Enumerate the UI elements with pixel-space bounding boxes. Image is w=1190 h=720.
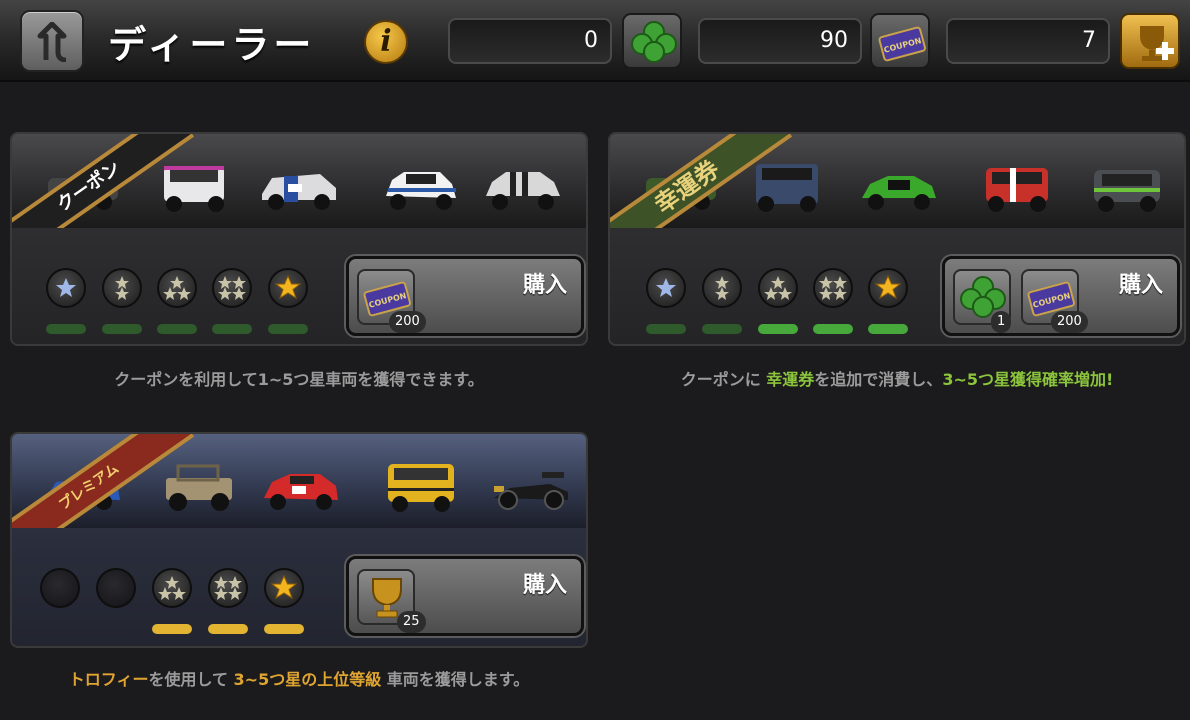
rarity-bar bbox=[212, 324, 252, 334]
coupon-buy-button[interactable]: 購入 COUPON 200 bbox=[346, 256, 584, 336]
two-stars-icon bbox=[715, 276, 729, 300]
rarity-bar-gold bbox=[208, 624, 248, 634]
coupon-dealer-panel: クーポン 購入 COUPON 200 bbox=[10, 132, 588, 346]
rarity-bar-active bbox=[758, 324, 798, 334]
page-title: ディーラー bbox=[108, 23, 316, 67]
star-3-slot bbox=[152, 568, 192, 608]
gold-star-icon bbox=[874, 274, 902, 300]
desc-highlight: 3~5つ星の上位等級 bbox=[233, 670, 382, 689]
star-icon bbox=[656, 278, 676, 297]
four-stars-icon bbox=[218, 276, 246, 300]
rarity-bar-gold bbox=[264, 624, 304, 634]
car-image bbox=[262, 174, 336, 210]
back-arrow-icon bbox=[37, 22, 67, 62]
clover-cost: 1 bbox=[991, 311, 1012, 333]
desc-text: を使用して bbox=[148, 670, 234, 689]
rarity-bar bbox=[102, 324, 142, 334]
coupon-cost: 200 bbox=[1051, 311, 1088, 333]
top-bar: ディーラー i 0 90 COUPON 7 bbox=[0, 0, 1190, 82]
car-image bbox=[862, 176, 936, 210]
car-image bbox=[388, 464, 454, 512]
three-stars-icon bbox=[163, 276, 191, 300]
three-stars-icon bbox=[158, 576, 186, 600]
lucky-buy-button[interactable]: 購入 1 COUPON 200 bbox=[942, 256, 1180, 336]
star-2-slot-empty bbox=[96, 568, 136, 608]
three-stars-icon bbox=[764, 276, 792, 300]
desc-text: 車両を獲得します。 bbox=[381, 670, 530, 689]
car-image bbox=[494, 472, 568, 510]
car-image bbox=[1094, 170, 1160, 212]
trophy-plus-icon bbox=[1140, 26, 1174, 61]
star-1-slot bbox=[46, 268, 86, 308]
two-stars-icon bbox=[115, 276, 129, 300]
car-image bbox=[264, 474, 338, 510]
info-icon[interactable]: i bbox=[364, 20, 408, 64]
premium-description: トロフィーを使用して 3~5つ星の上位等級 車両を獲得します。 bbox=[10, 666, 588, 690]
rarity-bar bbox=[157, 324, 197, 334]
trophy-counter: 7 bbox=[946, 18, 1110, 64]
four-stars-icon bbox=[214, 576, 242, 600]
premium-dealer-panel: プレミアム 購入 25 bbox=[10, 432, 588, 648]
rarity-bar bbox=[46, 324, 86, 334]
star-1-slot bbox=[646, 268, 686, 308]
clover-button[interactable] bbox=[622, 13, 682, 69]
coupon-counter: 90 bbox=[698, 18, 862, 64]
car-image bbox=[386, 172, 456, 210]
desc-highlight: 幸運券 bbox=[766, 370, 815, 389]
star-5-slot bbox=[868, 268, 908, 308]
star-3-slot bbox=[157, 268, 197, 308]
rarity-bar-active bbox=[813, 324, 853, 334]
car-image bbox=[164, 166, 224, 212]
star-5-slot bbox=[264, 568, 304, 608]
car-image bbox=[166, 464, 232, 511]
coupon-description: クーポンを利用して1~5つ星車両を獲得できます。 bbox=[114, 370, 484, 389]
star-4-slot bbox=[208, 568, 248, 608]
clover-icon bbox=[631, 21, 677, 63]
star-2-slot bbox=[102, 268, 142, 308]
add-trophy-button[interactable] bbox=[1120, 13, 1180, 69]
rarity-bar bbox=[646, 324, 686, 334]
car-image bbox=[986, 168, 1048, 212]
desc-highlight: トロフィー bbox=[68, 670, 149, 689]
coupon-button[interactable]: COUPON bbox=[870, 13, 930, 69]
car-image bbox=[756, 164, 818, 212]
rarity-bar bbox=[268, 324, 308, 334]
star-5-slot bbox=[268, 268, 308, 308]
star-2-slot bbox=[702, 268, 742, 308]
trophy-cost: 25 bbox=[397, 611, 426, 633]
desc-text: クーポンに bbox=[680, 370, 767, 389]
buy-label: 購入 bbox=[1118, 273, 1163, 298]
star-4-slot bbox=[813, 268, 853, 308]
lucky-dealer-panel: 幸運券 購入 1 COUPON 200 bbox=[608, 132, 1186, 346]
clover-counter: 0 bbox=[448, 18, 612, 64]
star-4-slot bbox=[212, 268, 252, 308]
gold-star-icon bbox=[274, 274, 302, 300]
rarity-bar-gold bbox=[152, 624, 192, 634]
back-button[interactable] bbox=[20, 10, 84, 72]
premium-buy-button[interactable]: 購入 25 bbox=[346, 556, 584, 636]
star-1-slot-empty bbox=[40, 568, 80, 608]
desc-highlight: 3~5つ星獲得確率増加! bbox=[942, 370, 1114, 389]
four-stars-icon bbox=[819, 276, 847, 300]
buy-label: 購入 bbox=[522, 273, 567, 298]
coupon-icon: COUPON bbox=[878, 26, 926, 62]
coupon-cost: 200 bbox=[389, 311, 426, 333]
rarity-bar-active bbox=[868, 324, 908, 334]
desc-text: を追加で消費し、 bbox=[814, 370, 943, 389]
star-3-slot bbox=[758, 268, 798, 308]
rarity-bar bbox=[702, 324, 742, 334]
star-icon bbox=[56, 278, 76, 297]
car-image bbox=[486, 172, 560, 210]
gold-star-icon bbox=[270, 574, 298, 600]
buy-label: 購入 bbox=[522, 573, 567, 598]
lucky-description: クーポンに 幸運券を追加で消費し、3~5つ星獲得確率増加! bbox=[608, 366, 1186, 390]
